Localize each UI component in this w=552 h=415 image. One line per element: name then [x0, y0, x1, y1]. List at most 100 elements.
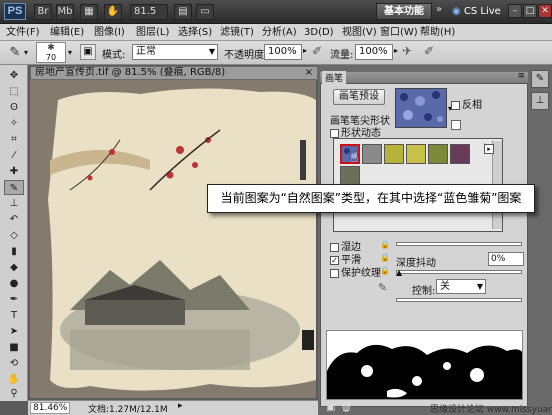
- pen-pressure-icon[interactable]: ✎: [378, 281, 387, 294]
- menu-layer[interactable]: 图层(L): [136, 26, 169, 39]
- 3d-rotate-icon[interactable]: ⟲: [4, 356, 24, 371]
- chevron-down-icon[interactable]: ▾: [68, 48, 72, 57]
- protect-texture-check[interactable]: [330, 268, 339, 278]
- menu-image[interactable]: 图像(I): [94, 26, 125, 39]
- shape-tool-icon[interactable]: ■: [4, 340, 24, 355]
- trash-icon[interactable]: 🗑: [340, 402, 353, 413]
- invert-check-box[interactable]: [451, 100, 460, 110]
- lock-icon[interactable]: 🔒: [380, 253, 390, 262]
- brush-tool-icon[interactable]: ✎: [4, 180, 24, 195]
- pattern-swatch-yellow[interactable]: [384, 144, 404, 164]
- airbrush-icon[interactable]: ✈: [402, 44, 412, 58]
- flow-label: 流量:: [330, 50, 354, 61]
- dodge-tool-icon[interactable]: ●: [4, 276, 24, 291]
- invert-checkbox[interactable]: 反相: [451, 96, 482, 111]
- pattern-swatch-gray[interactable]: [362, 144, 382, 164]
- brush-panel-tab[interactable]: 画笔: [322, 71, 347, 84]
- zoom-tool-icon[interactable]: ⚲: [4, 386, 24, 401]
- pattern-swatch-dark[interactable]: [340, 166, 360, 186]
- pattern-swatch-yellow-2[interactable]: [406, 144, 426, 164]
- chevron-right-icon[interactable]: ▸: [303, 46, 307, 55]
- history-brush-icon[interactable]: ↶: [4, 212, 24, 227]
- screen-mode-icon[interactable]: ▭: [196, 4, 214, 20]
- menu-analysis[interactable]: 分析(A): [262, 26, 297, 39]
- hand-tool-icon[interactable]: ✋: [4, 372, 24, 387]
- zoom-level-field[interactable]: 81.5: [130, 4, 168, 20]
- zoom-status[interactable]: 81.46%: [30, 402, 71, 414]
- menu-file[interactable]: 文件(F): [6, 26, 40, 39]
- menu-help[interactable]: 帮助(H): [420, 26, 455, 39]
- pattern-options-square[interactable]: [451, 120, 461, 130]
- shape-dynamics-check[interactable]: [330, 128, 339, 138]
- path-select-icon[interactable]: ➤: [4, 324, 24, 339]
- shape-dynamics-item[interactable]: 形状动态: [330, 124, 381, 139]
- menu-filter[interactable]: 滤镜(T): [220, 26, 254, 39]
- launch-bridge-icon[interactable]: Br: [34, 4, 52, 20]
- marquee-tool-icon[interactable]: ⬚: [4, 84, 24, 99]
- arrange-documents-icon[interactable]: ▤: [174, 4, 192, 20]
- blur-tool-icon[interactable]: ◆: [4, 260, 24, 275]
- control-slider[interactable]: [396, 298, 522, 302]
- opacity-input[interactable]: 100%: [264, 44, 302, 60]
- menu-select[interactable]: 选择(S): [178, 26, 212, 39]
- menu-3d[interactable]: 3D(D): [304, 26, 334, 39]
- lasso-tool-icon[interactable]: ʘ: [4, 100, 24, 115]
- chevron-down-icon[interactable]: ▾: [24, 48, 28, 57]
- eraser-tool-icon[interactable]: ◇: [4, 228, 24, 243]
- document-tab[interactable]: 房地产宣传页.tif @ 81.5% (叠痕, RGB/8) ×: [30, 66, 318, 80]
- pen-tool-icon[interactable]: ✒: [4, 292, 24, 307]
- brush-presets-button[interactable]: 画笔预设: [333, 89, 385, 105]
- minimize-button[interactable]: –: [508, 4, 522, 18]
- photoshop-logo: PS: [4, 3, 26, 20]
- brush-tool-preset-icon[interactable]: ✎: [6, 44, 24, 62]
- control-select[interactable]: 关 ▼: [436, 279, 486, 294]
- healing-brush-icon[interactable]: ✚: [4, 164, 24, 179]
- gradient-tool-icon[interactable]: ▮: [4, 244, 24, 259]
- pattern-swatch-purple[interactable]: [450, 144, 470, 164]
- pattern-thumbnail[interactable]: [395, 88, 447, 128]
- flow-input[interactable]: 100%: [355, 44, 393, 60]
- brush-picker[interactable]: ✱ 70: [36, 42, 66, 63]
- pressure-size-icon[interactable]: ✐: [424, 44, 434, 58]
- slider-thumb-icon[interactable]: ▲: [396, 268, 402, 277]
- new-brush-icon[interactable]: ▣: [326, 402, 335, 413]
- menu-window[interactable]: 窗口(W): [380, 26, 418, 39]
- type-tool-icon[interactable]: T: [4, 308, 24, 323]
- clone-source-dock-icon[interactable]: ⊥: [531, 92, 549, 110]
- lock-icon[interactable]: 🔒: [380, 266, 390, 275]
- menu-view[interactable]: 视图(V): [342, 26, 377, 39]
- document-canvas[interactable]: [30, 80, 316, 398]
- launch-minibridge-icon[interactable]: Mb: [56, 4, 74, 20]
- clone-stamp-icon[interactable]: ⊥: [4, 196, 24, 211]
- workspace-chevron-icon[interactable]: »: [436, 4, 442, 15]
- cs-live-button[interactable]: ◉ CS Live: [452, 3, 504, 20]
- maximize-button[interactable]: □: [523, 4, 537, 18]
- slider-track[interactable]: [396, 242, 522, 246]
- close-icon[interactable]: ×: [305, 67, 313, 79]
- picker-arrow-button[interactable]: ▸: [484, 144, 494, 154]
- panel-menu-icon[interactable]: ≡: [517, 71, 525, 81]
- hand-tool-icon[interactable]: ✋: [104, 4, 122, 20]
- close-button[interactable]: ✕: [538, 4, 552, 18]
- pattern-swatch-olive[interactable]: [428, 144, 448, 164]
- blend-mode-select[interactable]: 正常 ▼: [132, 44, 218, 60]
- quick-select-icon[interactable]: ✧: [4, 116, 24, 131]
- protect-texture-label: 保护纹理: [341, 268, 381, 279]
- depth-jitter-slider[interactable]: [396, 270, 522, 274]
- pressure-opacity-icon[interactable]: ✐: [312, 44, 322, 58]
- toggle-brush-panel-icon[interactable]: ▣: [80, 44, 96, 60]
- eyedropper-tool-icon[interactable]: ⁄: [4, 148, 24, 163]
- workspace-switcher-button[interactable]: 基本功能: [376, 3, 432, 20]
- brush-panel-dock-icon[interactable]: ✎: [531, 70, 549, 88]
- protect-texture-item[interactable]: 保护纹理: [330, 264, 381, 279]
- chevron-right-icon[interactable]: ▸: [178, 401, 183, 411]
- menu-edit[interactable]: 编辑(E): [50, 26, 84, 39]
- lock-icon[interactable]: 🔒: [380, 240, 390, 249]
- chevron-right-icon[interactable]: ▸: [394, 46, 398, 55]
- depth-jitter-input[interactable]: 0%: [488, 252, 524, 266]
- chevron-down-icon: ▼: [476, 282, 483, 291]
- move-tool-icon[interactable]: ✥: [4, 68, 24, 83]
- view-extras-icon[interactable]: ▦: [80, 4, 98, 20]
- crop-tool-icon[interactable]: ⌗: [4, 132, 24, 147]
- brush-panel-header[interactable]: 画笔 ≡: [320, 71, 528, 84]
